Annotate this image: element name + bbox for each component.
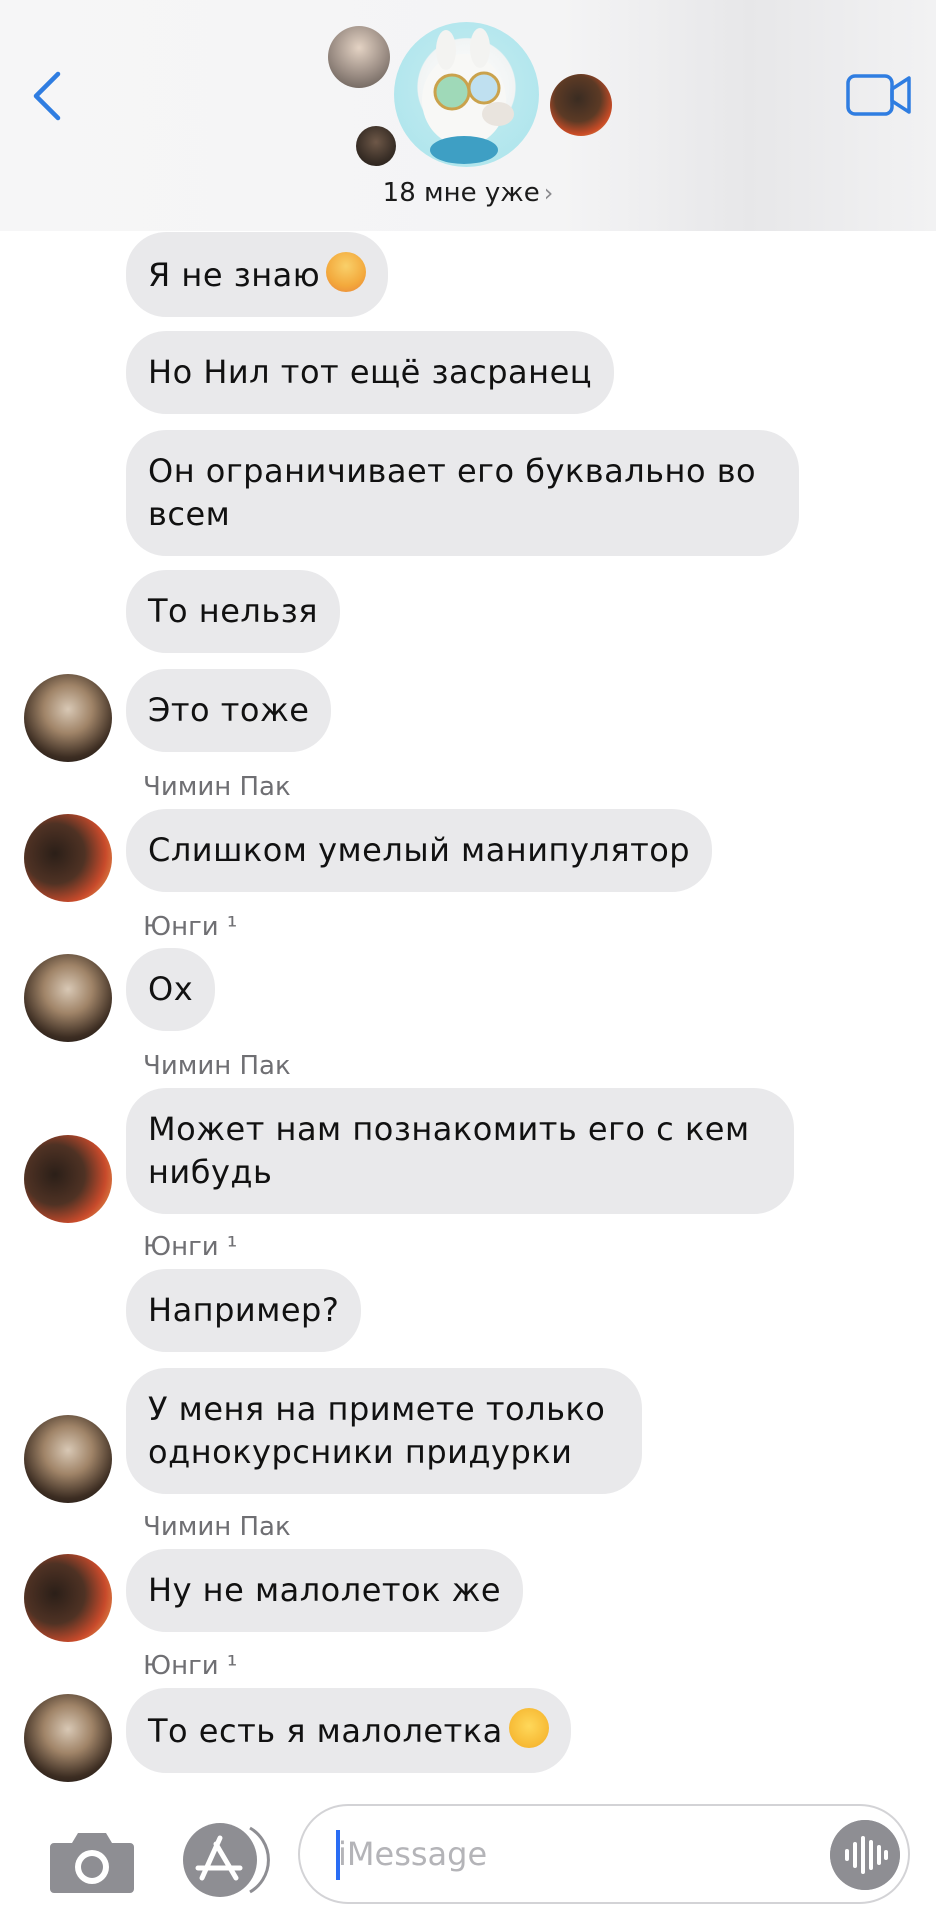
message-bubble[interactable]: Я не знаю <box>126 232 389 317</box>
message-text: То нельзя <box>148 592 318 630</box>
member-avatar <box>356 126 396 166</box>
message-bubble[interactable]: Слишком умелый манипулятор <box>126 809 713 892</box>
message-input[interactable] <box>338 1830 808 1878</box>
message-bubble[interactable]: То нельзя <box>126 570 340 653</box>
camera-icon[interactable] <box>48 1827 136 1895</box>
group-name-label: 18 мне уже <box>382 178 540 208</box>
message-text: Ох <box>148 970 194 1008</box>
chevron-left-icon[interactable] <box>28 68 68 124</box>
message-bubble[interactable]: Например? <box>126 1269 362 1352</box>
message-bubble[interactable]: Ну не малолеток же <box>126 1549 524 1632</box>
message-text: Но Нил тот ещё засранец <box>148 353 593 391</box>
message-bubble[interactable]: Ох <box>126 948 216 1031</box>
message-bubble[interactable]: То есть я малолетка <box>126 1688 571 1773</box>
message-bubble[interactable]: Может нам познакомить его с кем нибудь <box>126 1088 794 1214</box>
group-avatar[interactable] <box>394 22 539 167</box>
audio-waveform-icon[interactable] <box>830 1820 900 1890</box>
sender-avatar[interactable] <box>24 1135 112 1223</box>
message-text: Он ограничивает его буквально во всем <box>148 452 757 533</box>
message-text: Например? <box>148 1291 340 1329</box>
message-text: Ну не малолеток же <box>148 1571 502 1609</box>
member-avatar <box>550 74 612 136</box>
sender-name: Чимин Пак <box>143 772 291 802</box>
member-avatar <box>328 26 390 88</box>
shrug-emoji-icon <box>326 252 367 292</box>
group-name[interactable]: 18 мне уже › <box>0 178 936 208</box>
message-text: Может нам познакомить его с кем нибудь <box>148 1110 750 1191</box>
sender-avatar[interactable] <box>24 814 112 902</box>
message-bubble[interactable]: Он ограничивает его буквально во всем <box>126 430 799 556</box>
sender-avatar[interactable] <box>24 1415 112 1503</box>
chevron-right-icon: › <box>543 179 554 207</box>
sender-avatar[interactable] <box>24 674 112 762</box>
sender-name: Юнги ¹ <box>143 1651 238 1681</box>
message-input-container[interactable] <box>298 1804 910 1904</box>
message-bubble[interactable]: Это тоже <box>126 669 332 752</box>
message-composer <box>0 1782 936 1920</box>
app-store-icon[interactable] <box>180 1822 276 1898</box>
message-text: У меня на примете только однокурсники пр… <box>148 1390 606 1471</box>
message-text: Я не знаю <box>148 256 321 294</box>
message-text: То есть я малолетка <box>148 1712 503 1750</box>
raised-eyebrow-emoji-icon <box>508 1708 549 1748</box>
message-bubble[interactable]: У меня на примете только однокурсники пр… <box>126 1368 642 1494</box>
conversation-header: 18 мне уже › <box>0 0 936 231</box>
sender-avatar[interactable] <box>24 1554 112 1642</box>
message-bubble[interactable]: Но Нил тот ещё засранец <box>126 331 615 414</box>
sender-avatar[interactable] <box>24 954 112 1042</box>
alpaca-image <box>422 28 514 164</box>
sender-name: Чимин Пак <box>143 1512 291 1542</box>
video-camera-icon[interactable] <box>846 72 912 118</box>
message-text: Слишком умелый манипулятор <box>148 831 691 869</box>
sender-avatar[interactable] <box>24 1694 112 1782</box>
sender-name: Чимин Пак <box>143 1051 291 1081</box>
sender-name: Юнги ¹ <box>143 912 238 942</box>
message-text: Это тоже <box>148 691 310 729</box>
sender-name: Юнги ¹ <box>143 1232 238 1262</box>
